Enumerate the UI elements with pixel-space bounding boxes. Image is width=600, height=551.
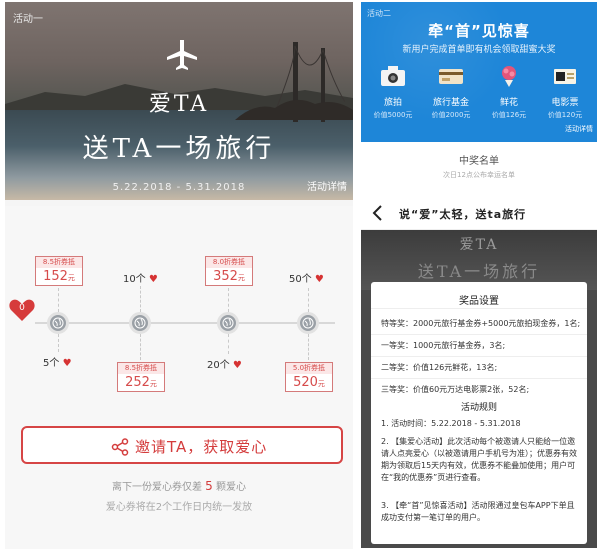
divider [371, 356, 587, 357]
progress-hint: 离下一份爱心券仅差 5 颗爱心 [111, 479, 246, 493]
promo-title: 牵“首”见惊喜 [428, 22, 530, 40]
invite-button-label: 邀请TA，获取爱心 [135, 438, 268, 456]
coupon-card: 8.0折券抵 352元 [205, 256, 253, 286]
camera-icon [381, 66, 405, 86]
coupon-label: 8.5折券抵 [118, 363, 164, 374]
connector [308, 288, 309, 312]
left-panel: 活动一 爱TA 送TA一场旅行 5.22.2018 - 5.31.2018 活动… [5, 2, 353, 549]
globe-icon [222, 317, 234, 329]
coupon-amount: 252元 [125, 375, 157, 390]
rules-modal: 奖品设置 特等奖：2000元旅行基金券+5000元旅拍现金券，1名; 一等奖：1… [371, 282, 587, 544]
activity-detail-link[interactable]: 活动详情 [307, 178, 347, 193]
issue-note: 爱心券将在2个工作日内统一发放 [105, 502, 253, 513]
heart-count: 0 [19, 303, 25, 313]
connector [228, 334, 229, 354]
heart-requirement: 50个 ♥ [289, 274, 324, 285]
hero-banner: 活动一 爱TA 送TA一场旅行 5.22.2018 - 5.31.2018 活动… [5, 2, 353, 200]
prize-line: 二等奖：价值126元鲜花，13名; [381, 363, 498, 372]
prize-line: 特等奖：2000元旅行基金券+5000元旅拍现金券，1名; [381, 319, 581, 328]
airplane-icon [167, 40, 197, 70]
prize-item: 旅行基金 价值2000元 [425, 64, 477, 120]
heart-requirement: 10个 ♥ [123, 274, 158, 285]
prize-line: 三等奖：价值60元万达电影票2张，52名; [381, 385, 530, 394]
divider [371, 308, 587, 309]
coupon-card: 8.5折券抵 252元 [117, 362, 165, 392]
progress-track [35, 322, 335, 324]
promo-subtitle: 新用户完成首单即有机会领取甜蜜大奖 [402, 45, 556, 55]
activity-tag: 活动二 [367, 9, 391, 18]
heart-requirement: 20个 ♥ [207, 360, 242, 371]
connector [58, 334, 59, 352]
promo-panel: 活动二 牵“首”见惊喜 新用户完成首单即有机会领取甜蜜大奖 旅拍 价值5000元… [361, 2, 597, 188]
dimmed-hero: 爱TA 送TA一场旅行 [361, 230, 597, 290]
promo-banner: 活动二 牵“首”见惊喜 新用户完成首单即有机会领取甜蜜大奖 旅拍 价值5000元… [361, 2, 597, 142]
milestone-node-2 [129, 312, 151, 334]
page-title: 说“爱”太轻，送ta旅行 [399, 208, 527, 221]
connector [140, 286, 141, 312]
coupon-label: 8.5折券抵 [36, 257, 82, 268]
rules-screen: 说“爱”太轻，送ta旅行 爱TA 送TA一场旅行 奖品设置 特等奖：2000元旅… [361, 196, 597, 548]
coupon-card: 5.0折券抵 520元 [285, 362, 333, 392]
connector [228, 288, 229, 312]
coupon-card: 8.5折券抵 152元 [35, 256, 83, 286]
remaining-hearts: 5 [205, 479, 213, 493]
connector [58, 288, 59, 312]
coupon-amount: 520元 [293, 375, 325, 390]
globe-icon [52, 317, 64, 329]
prize-heading: 奖品设置 [459, 296, 499, 307]
flower-icon [502, 66, 516, 87]
winners-title[interactable]: 中奖名单 [361, 152, 597, 167]
heart-icon: ♥ [62, 358, 72, 369]
rule-item: 3. 【牵“首”见惊喜活动】活动限通过皇包车APP下单且成功支付第一笔订单的用户… [381, 501, 575, 522]
heart-icon: ♥ [148, 274, 158, 285]
milestone-node-1 [47, 312, 69, 334]
invite-button[interactable]: 邀请TA，获取爱心 [21, 426, 343, 464]
hero-subtitle: 爱TA [148, 92, 210, 117]
coupon-amount: 352元 [213, 269, 245, 284]
hero-title: 送TA一场旅行 [82, 134, 276, 164]
heart-icon: ♥ [314, 274, 324, 285]
coupon-label: 8.0折券抵 [206, 257, 252, 268]
coupon-label: 5.0折券抵 [286, 363, 332, 374]
globe-icon [302, 317, 314, 329]
globe-icon [134, 317, 146, 329]
divider [371, 334, 587, 335]
prize-item: 旅拍 价值5000元 [367, 64, 419, 120]
heart-progress-timeline: 0 8.5折券抵 152元 8.5折券抵 252元 8.0折券抵 352元 5.… [5, 206, 353, 549]
heart-icon: ♥ [232, 360, 242, 371]
prize-item: 电影票 价值120元 [539, 64, 591, 120]
activity-tag: 活动一 [13, 14, 43, 25]
milestone-node-3 [217, 312, 239, 334]
prize-item: 鲜花 价值126元 [483, 64, 535, 120]
nav-bar: 说“爱”太轻，送ta旅行 [361, 196, 597, 230]
back-arrow-icon[interactable] [371, 204, 383, 222]
ticket-icon [554, 69, 576, 84]
connector [308, 334, 309, 360]
milestone-node-4 [297, 312, 319, 334]
winners-note: 次日12点公布幸运名单 [443, 171, 515, 179]
rule-item: 2. 【集爱心活动】此次活动每个被邀请人只能给一位邀请人点亮爱心（以被邀请用户手… [381, 437, 577, 482]
prize-line: 一等奖：1000元旅行基金券，3名; [381, 341, 506, 350]
heart-requirement: 5个 ♥ [43, 358, 72, 369]
promo-detail-link[interactable]: 活动详情 [565, 124, 593, 134]
rules-heading: 活动规则 [460, 403, 497, 413]
hero-dates: 5.22.2018 - 5.31.2018 [112, 182, 246, 193]
rule-item: 1. 活动时间：5.22.2018 - 5.31.2018 [381, 419, 521, 428]
card-icon [439, 69, 463, 84]
connector [140, 334, 141, 360]
divider [371, 378, 587, 379]
share-icon [111, 438, 129, 456]
coupon-amount: 152元 [43, 269, 75, 284]
